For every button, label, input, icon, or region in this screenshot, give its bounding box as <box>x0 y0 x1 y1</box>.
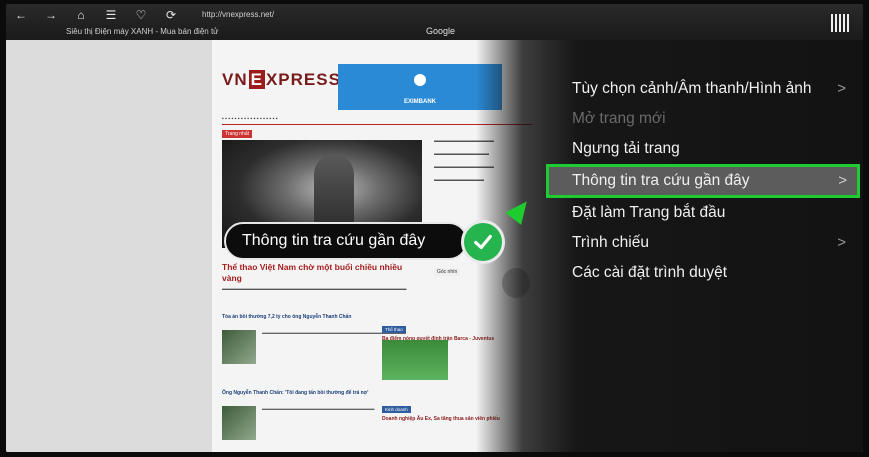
menu-item-recent-history[interactable]: Thông tin tra cứu gần đây > <box>546 164 860 198</box>
search-tab[interactable]: Google <box>426 26 455 36</box>
chevron-right-icon: > <box>838 172 847 189</box>
story-summary: ▬▬▬▬▬▬▬▬▬▬▬▬▬▬▬▬▬▬▬▬▬▬▬▬▬▬▬▬▬▬▬▬ <box>262 330 406 335</box>
menu-item-set-start-page[interactable]: Đặt làm Trang bắt đầu <box>566 198 856 228</box>
main-headline[interactable]: Thể thao Việt Nam chờ một buổi chiều nhi… <box>222 262 422 284</box>
news-story[interactable]: Tòa án bồi thường 7,2 tỷ cho ông Nguyễn … <box>222 314 406 384</box>
story-title[interactable]: Tòa án bồi thường 7,2 tỷ cho ông Nguyễn … <box>222 314 372 320</box>
category-tab[interactable]: Thể thao <box>382 326 406 333</box>
tab-title[interactable]: Siêu thị Điện máy XANH - Mua bán điện tử <box>66 27 219 36</box>
address-bar[interactable]: http://vnexpress.net/ <box>202 10 274 19</box>
section-tag[interactable]: Trang nhất <box>222 130 252 138</box>
refresh-icon[interactable]: ⟳ <box>164 8 178 22</box>
opinion-label: Góc nhìn <box>434 268 461 276</box>
tv-screen: ← → ⌂ ☰ ♡ ⟳ http://vnexpress.net/ Siêu t… <box>6 4 863 452</box>
home-icon[interactable]: ⌂ <box>74 8 88 22</box>
browser-toolbar: ← → ⌂ ☰ ♡ ⟳ http://vnexpress.net/ Siêu t… <box>6 4 863 40</box>
callout-label: Thông tin tra cứu gần đây <box>224 222 468 260</box>
menu-item-open-new-page[interactable]: Mở trang mới <box>566 104 856 134</box>
chevron-right-icon: > <box>837 80 846 97</box>
options-menu-icon[interactable] <box>829 14 851 36</box>
story-summary: ▬▬▬▬▬▬▬▬▬▬▬▬▬▬▬▬▬▬▬▬▬▬▬▬▬ <box>262 406 375 411</box>
story-thumbnail <box>222 330 256 364</box>
soccer-photo <box>382 340 448 380</box>
check-icon <box>461 220 505 264</box>
category-tab[interactable]: Kinh doanh <box>382 406 411 413</box>
site-logo[interactable]: VN E XPRESS <box>222 70 341 90</box>
news-story[interactable]: Ông Nguyễn Thanh Chấn: 'Tôi đang tấn bồi… <box>222 390 375 450</box>
bank-logo-icon <box>414 74 426 86</box>
page-margin <box>6 40 212 452</box>
menu-item-slideshow[interactable]: Trình chiếu > <box>566 228 856 258</box>
options-menu: Tùy chọn cảnh/Âm thanh/Hình ảnh > Mở tra… <box>546 74 860 288</box>
story-title[interactable]: Ông Nguyễn Thanh Chấn: 'Tôi đang tấn bồi… <box>222 390 372 396</box>
arrow-right-icon[interactable]: → <box>44 8 58 22</box>
menu-item-browser-settings[interactable]: Các cài đặt trình duyệt <box>566 258 856 288</box>
story-thumbnail <box>222 406 256 440</box>
headline-summary: ▬▬▬▬▬▬▬▬▬▬▬▬▬▬▬▬▬▬▬▬▬▬▬▬▬▬▬▬▬▬▬▬▬▬▬▬▬▬▬▬… <box>222 286 407 291</box>
chevron-right-icon: > <box>837 234 846 251</box>
bookmark-icon[interactable]: ☰ <box>104 8 118 22</box>
menu-item-stop-loading[interactable]: Ngưng tải trang <box>566 134 856 164</box>
browser-nav-icons: ← → ⌂ ☰ ♡ ⟳ <box>14 8 178 22</box>
arrow-left-icon[interactable]: ← <box>14 8 28 22</box>
heart-icon[interactable]: ♡ <box>134 8 148 22</box>
menu-item-scene-sound-picture[interactable]: Tùy chọn cảnh/Âm thanh/Hình ảnh > <box>566 74 856 104</box>
